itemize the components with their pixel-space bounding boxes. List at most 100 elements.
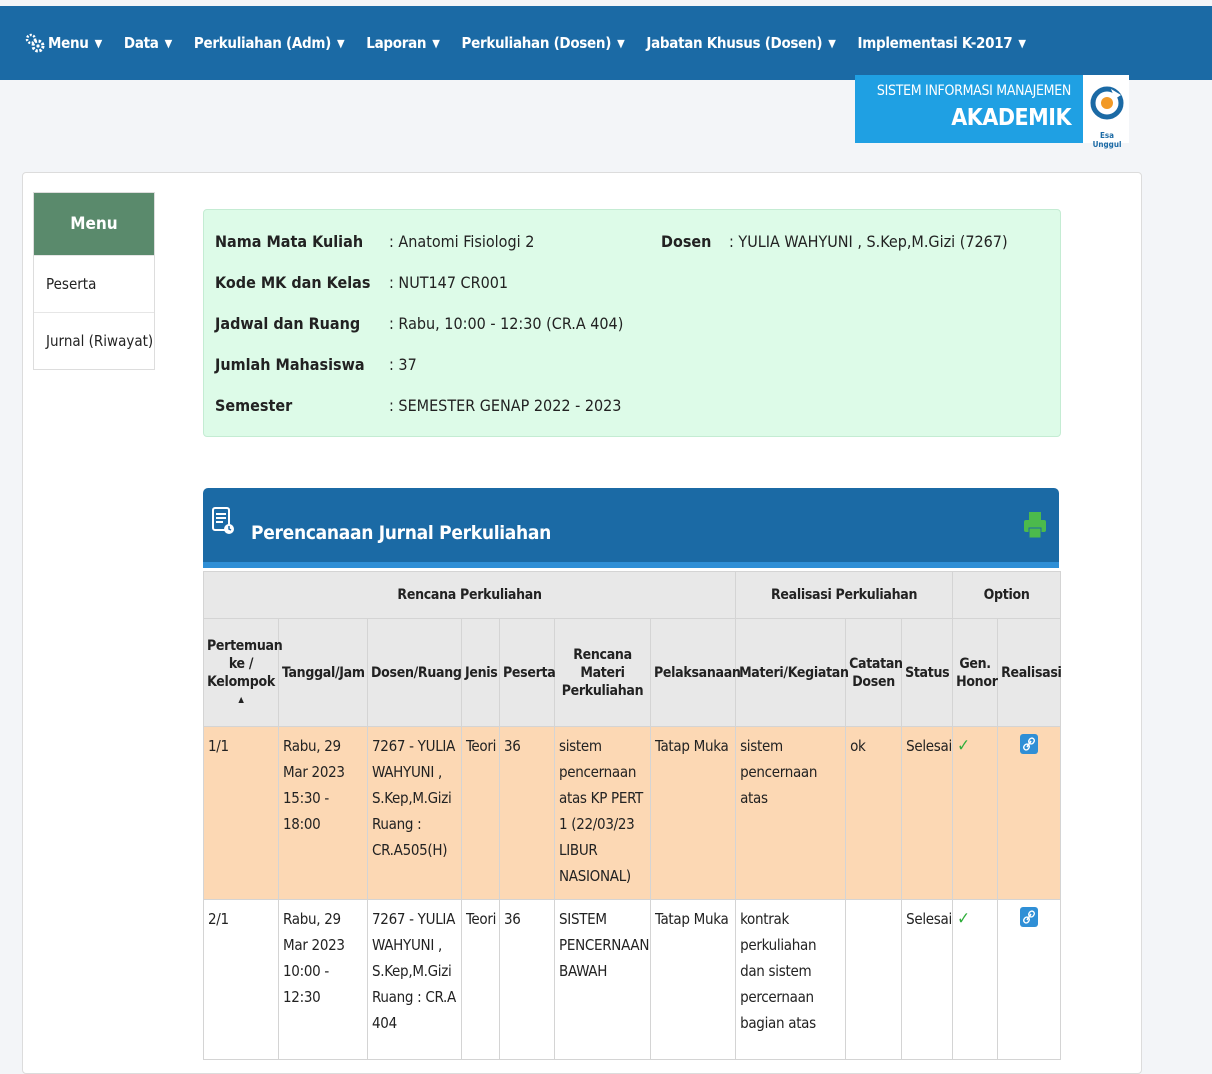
cell-pelaksanaan: Tatap Muka [649,899,737,1060]
col-honor: Gen. Honor [952,618,999,727]
group-header-realisasi: Realisasi Perkuliahan [735,571,954,619]
cell-jenis: Teori [461,899,500,1060]
nav-laporan-label: Laporan [366,34,427,52]
group-header-option: Option [952,571,1062,619]
col-pelaksanaan: Pelaksanaan [649,618,741,727]
cell-peserta: 36 [499,899,555,1060]
cell-ruang: Ruang : CR.A 404 [372,988,456,1032]
info-value: : NUT147 CR001 [389,273,509,292]
nav-implementasi-label: Implementasi K-2017 [857,34,1013,52]
sidebar-header: Menu [34,193,154,255]
cell-catatan: ok [845,726,903,900]
brand-box: SISTEM INFORMASI MANAJEMEN AKADEMIK [855,75,1083,143]
col-pertemuan-label: Pertemuan ke / Kelompok [207,637,283,690]
brand-title: AKADEMIK [951,105,1071,131]
cell-date: Rabu, 29 Mar 2023 [283,737,345,781]
table-row: 2/1 Rabu, 29 Mar 2023 10:00 - 12:30 7267… [203,899,1062,1060]
table-row: 1/1 Rabu, 29 Mar 2023 15:30 - 18:00 7267… [203,726,1062,900]
info-label: Nama Mata Kuliah [215,232,364,251]
cell-tanggal: Rabu, 29 Mar 2023 15:30 - 18:00 [278,726,368,900]
cell-pertemuan: 1/1 [203,726,279,900]
print-icon[interactable] [1023,510,1047,544]
nav-implementasi[interactable]: Implementasi K-2017 ▼ [857,34,1027,52]
course-info-box: Nama Mata Kuliah : Anatomi Fisiologi 2 D… [203,209,1061,437]
jurnal-header: Perencanaan Jurnal Perkuliahan [203,488,1059,568]
check-icon: ✓ [957,909,970,929]
nav-menu[interactable]: Menu ▼ [24,32,102,54]
cell-kegiatan: sistem pencernaan atas [735,726,847,900]
nav-perkuliahan-adm-label: Perkuliahan (Adm) [193,34,331,52]
chevron-down-icon: ▼ [617,36,625,50]
header-stripe [203,562,1059,568]
esa-unggul-logo: Esa Unggul [1085,81,1129,149]
info-value: : Rabu, 10:00 - 12:30 (CR.A 404) [389,314,624,333]
logo-text: Esa Unggul [1092,131,1122,149]
cell-ruang: Ruang : CR.A505(H) [372,815,448,859]
cell-dosen: 7267 - YULIA WAHYUNI , S.Kep,M.Gizi Ruan… [367,726,462,900]
sidebar-item-peserta[interactable]: Peserta [34,255,154,312]
nav-laporan[interactable]: Laporan ▼ [366,34,440,52]
cell-realisasi [997,726,1062,900]
nav-menu-label: Menu [48,34,89,52]
info-value: : 37 [389,355,417,374]
info-value: : SEMESTER GENAP 2022 - 2023 [389,396,622,415]
jurnal-title: Perencanaan Jurnal Perkuliahan [251,522,552,544]
link-icon[interactable] [1020,907,1039,927]
chevron-down-icon: ▼ [94,36,103,50]
chevron-down-icon: ▼ [828,36,836,50]
jurnal-table: Rencana Perkuliahan Realisasi Perkuliaha… [202,571,1062,1060]
cell-status: Selesai [901,899,954,1060]
chevron-down-icon: ▼ [336,36,345,50]
nav-perkuliahan-dosen[interactable]: Perkuliahan (Dosen) ▼ [462,34,625,52]
col-pertemuan[interactable]: Pertemuan ke / Kelompok ▲ [203,618,283,727]
dosen-label: Dosen [661,232,712,251]
cell-pelaksanaan: Tatap Muka [649,726,737,900]
table-group-header-row: Rencana Perkuliahan Realisasi Perkuliaha… [202,571,1062,619]
cell-dosen-name: 7267 - YULIA WAHYUNI , S.Kep,M.Gizi [372,910,456,980]
col-peserta: Peserta [499,618,556,727]
nav-jabatan-khusus[interactable]: Jabatan Khusus (Dosen) ▼ [646,34,835,52]
info-label: Jumlah Mahasiswa [215,355,365,374]
cell-peserta: 36 [499,726,555,900]
cell-honor: ✓ [952,899,999,1060]
info-value: : Anatomi Fisiologi 2 [389,232,535,251]
cell-materi: SISTEM PENCERNAAN BAWAH [554,899,651,1060]
brand-banner: SISTEM INFORMASI MANAJEMEN AKADEMIK Esa … [855,75,1129,149]
cell-realisasi [997,899,1062,1060]
journal-icon [211,506,235,540]
cell-catatan [845,899,903,1060]
chevron-down-icon: ▼ [164,36,173,50]
info-label: Semester [215,396,293,415]
cell-jenis: Teori [461,726,500,900]
nav-data[interactable]: Data ▼ [124,34,172,52]
col-kegiatan: Materi/Kegiatan [735,618,849,727]
nav-perkuliahan-dosen-label: Perkuliahan (Dosen) [461,34,612,52]
cell-tanggal: Rabu, 29 Mar 2023 10:00 - 12:30 [278,899,368,1060]
cell-date: Rabu, 29 Mar 2023 [283,910,345,954]
chevron-down-icon: ▼ [432,36,440,50]
cell-dosen-name: 7267 - YULIA WAHYUNI , S.Kep,M.Gizi [372,737,456,807]
cell-materi: sistem pencernaan atas KP PERT 1 (22/03/… [554,726,651,900]
col-jenis: Jenis [461,618,500,727]
col-status: Status [901,618,954,727]
cell-status: Selesai [901,726,954,900]
col-tanggal: Tanggal/Jam [278,618,368,727]
sidebar-item-jurnal-riwayat[interactable]: Jurnal (Riwayat) [34,312,154,369]
col-realisasi: Realisasi [997,618,1062,727]
cell-dosen: 7267 - YULIA WAHYUNI , S.Kep,M.Gizi Ruan… [367,899,462,1060]
cell-kegiatan: kontrak perkuliahan dan sistem percernaa… [735,899,847,1060]
gear-icon [24,32,46,54]
brand-subtitle: SISTEM INFORMASI MANAJEMEN [876,83,1071,99]
group-header-rencana: Rencana Perkuliahan [202,571,737,619]
cell-time: 10:00 - 12:30 [283,962,329,1006]
info-label: Kode MK dan Kelas [215,273,371,292]
chevron-down-icon: ▼ [1018,36,1026,50]
nav-data-label: Data [123,34,159,52]
nav-jabatan-khusus-label: Jabatan Khusus (Dosen) [646,34,823,52]
link-icon[interactable] [1020,734,1039,754]
col-materi: Rencana Materi Perkuliahan [554,618,651,727]
cell-time: 15:30 - 18:00 [283,789,329,833]
sort-up-icon: ▲ [238,694,244,704]
info-label: Jadwal dan Ruang [215,314,361,333]
nav-perkuliahan-adm[interactable]: Perkuliahan (Adm) ▼ [193,34,345,52]
